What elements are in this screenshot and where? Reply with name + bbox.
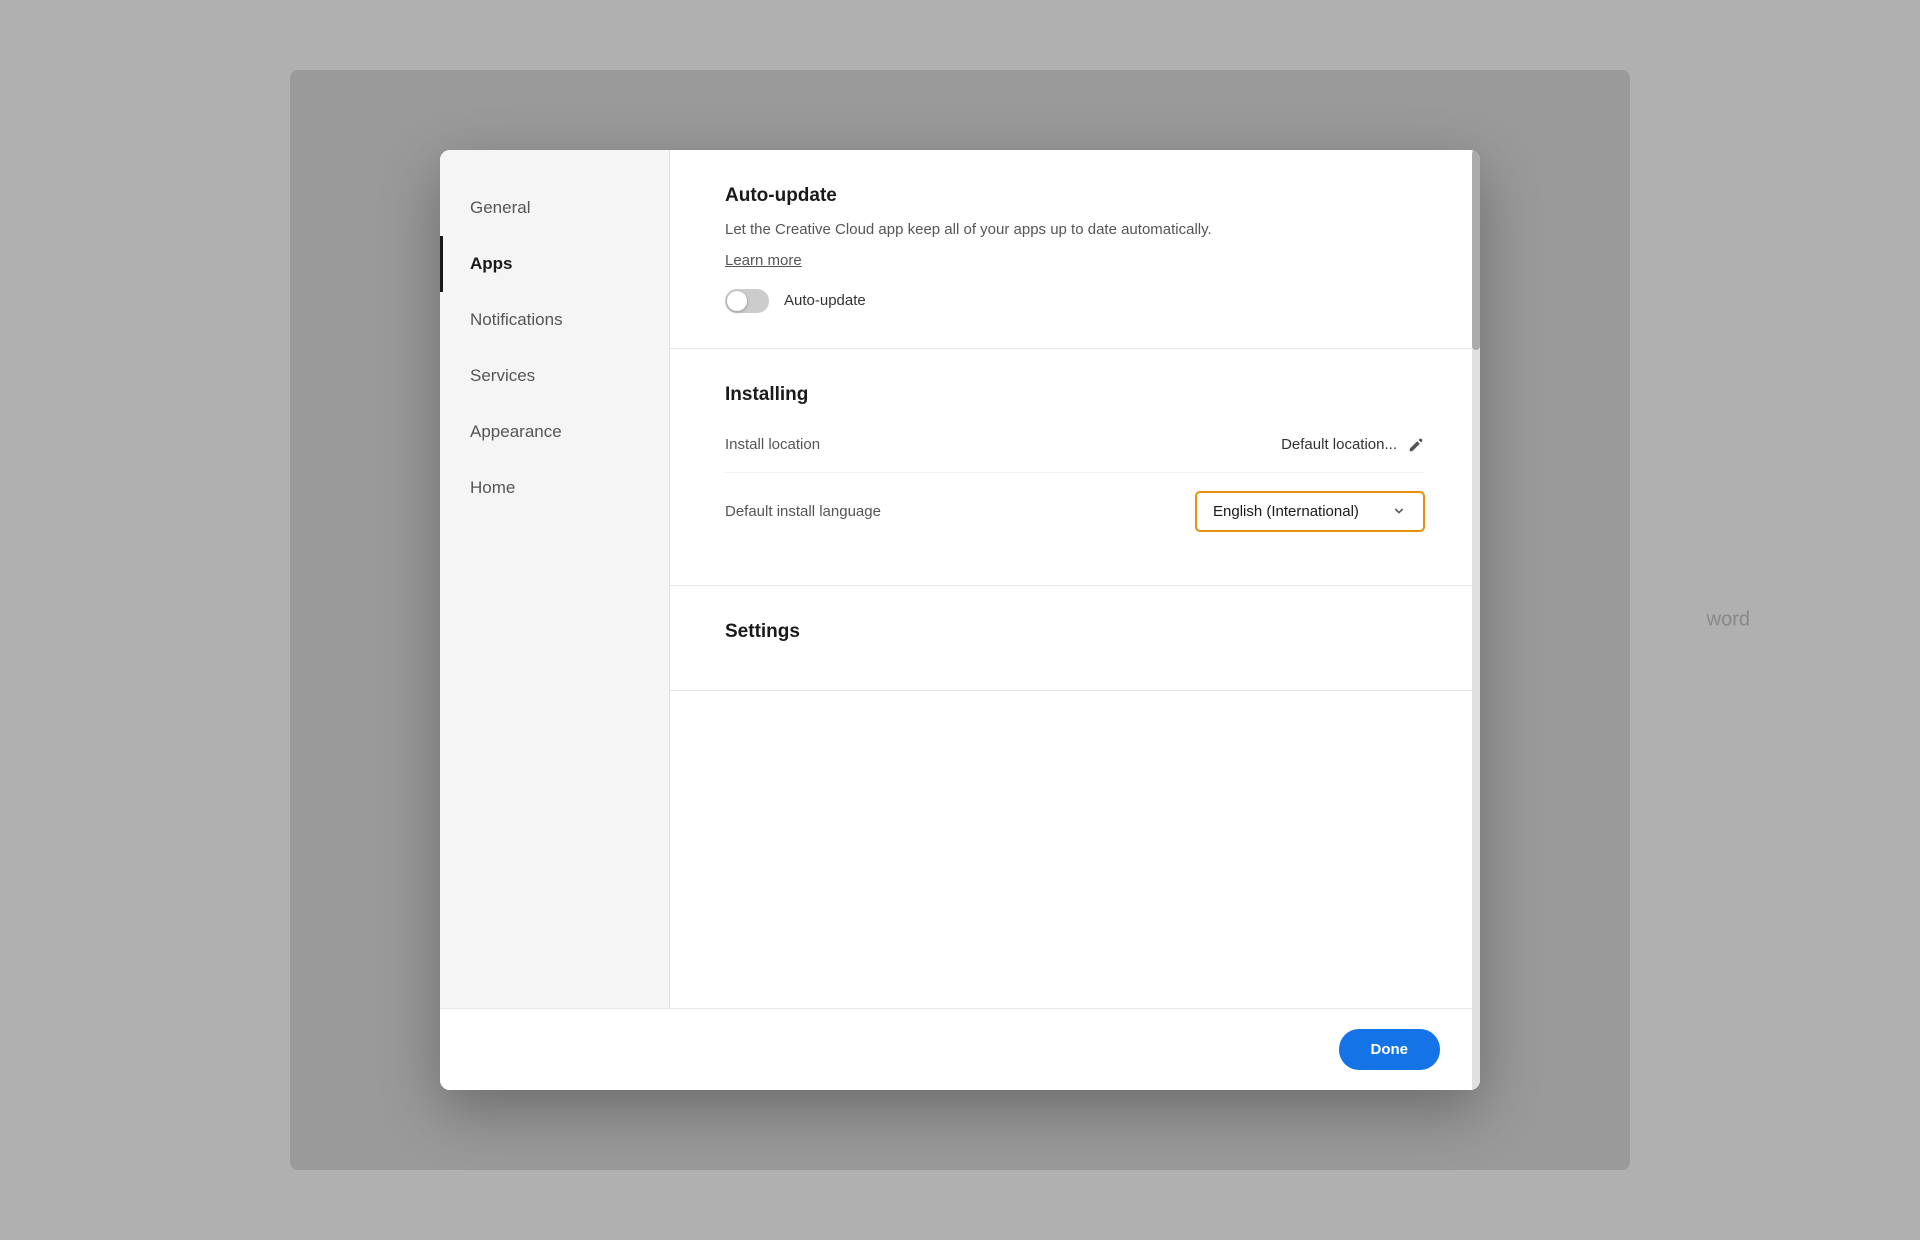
settings-section: Settings [670, 586, 1480, 691]
scrollbar-thumb[interactable] [1472, 150, 1480, 350]
install-location-value: Default location... [1281, 436, 1397, 453]
main-content: Auto-update Let the Creative Cloud app k… [670, 150, 1480, 1008]
sidebar-item-notifications[interactable]: Notifications [440, 292, 669, 348]
sidebar-item-appearance[interactable]: Appearance [440, 404, 669, 460]
default-language-label: Default install language [725, 503, 881, 520]
scrollbar-track[interactable] [1472, 150, 1480, 1008]
sidebar-item-general[interactable]: General [440, 180, 669, 236]
install-location-label: Install location [725, 436, 820, 453]
outer-container: General Apps Notifications Services Appe… [290, 70, 1630, 1170]
installing-section: Installing Install location Default loca… [670, 349, 1480, 586]
auto-update-toggle[interactable] [725, 289, 769, 313]
auto-update-section: Auto-update Let the Creative Cloud app k… [670, 150, 1480, 349]
default-language-row: Default install language English (Intern… [725, 472, 1425, 550]
install-location-value-group: Default location... [1281, 436, 1425, 454]
background-word-hint: word [1707, 609, 1750, 632]
auto-update-toggle-label: Auto-update [784, 292, 866, 309]
language-select-value: English (International) [1213, 503, 1359, 520]
auto-update-toggle-row: Auto-update [725, 289, 1425, 313]
sidebar-item-home[interactable]: Home [440, 460, 669, 516]
language-select-dropdown[interactable]: English (International) [1195, 491, 1425, 532]
learn-more-link[interactable]: Learn more [725, 252, 802, 269]
edit-icon[interactable] [1407, 436, 1425, 454]
settings-dialog: General Apps Notifications Services Appe… [440, 150, 1480, 1090]
installing-title: Installing [725, 384, 1425, 406]
dialog-footer: Done [440, 1008, 1480, 1090]
chevron-down-icon [1391, 503, 1407, 519]
sidebar: General Apps Notifications Services Appe… [440, 150, 670, 1008]
toggle-knob [727, 291, 747, 311]
dialog-body: General Apps Notifications Services Appe… [440, 150, 1480, 1008]
sidebar-item-apps[interactable]: Apps [440, 236, 669, 292]
done-button[interactable]: Done [1339, 1029, 1441, 1070]
auto-update-title: Auto-update [725, 185, 1425, 207]
settings-title: Settings [725, 621, 1425, 643]
install-location-row: Install location Default location... [725, 418, 1425, 472]
auto-update-description: Let the Creative Cloud app keep all of y… [725, 219, 1425, 242]
sidebar-item-services[interactable]: Services [440, 348, 669, 404]
